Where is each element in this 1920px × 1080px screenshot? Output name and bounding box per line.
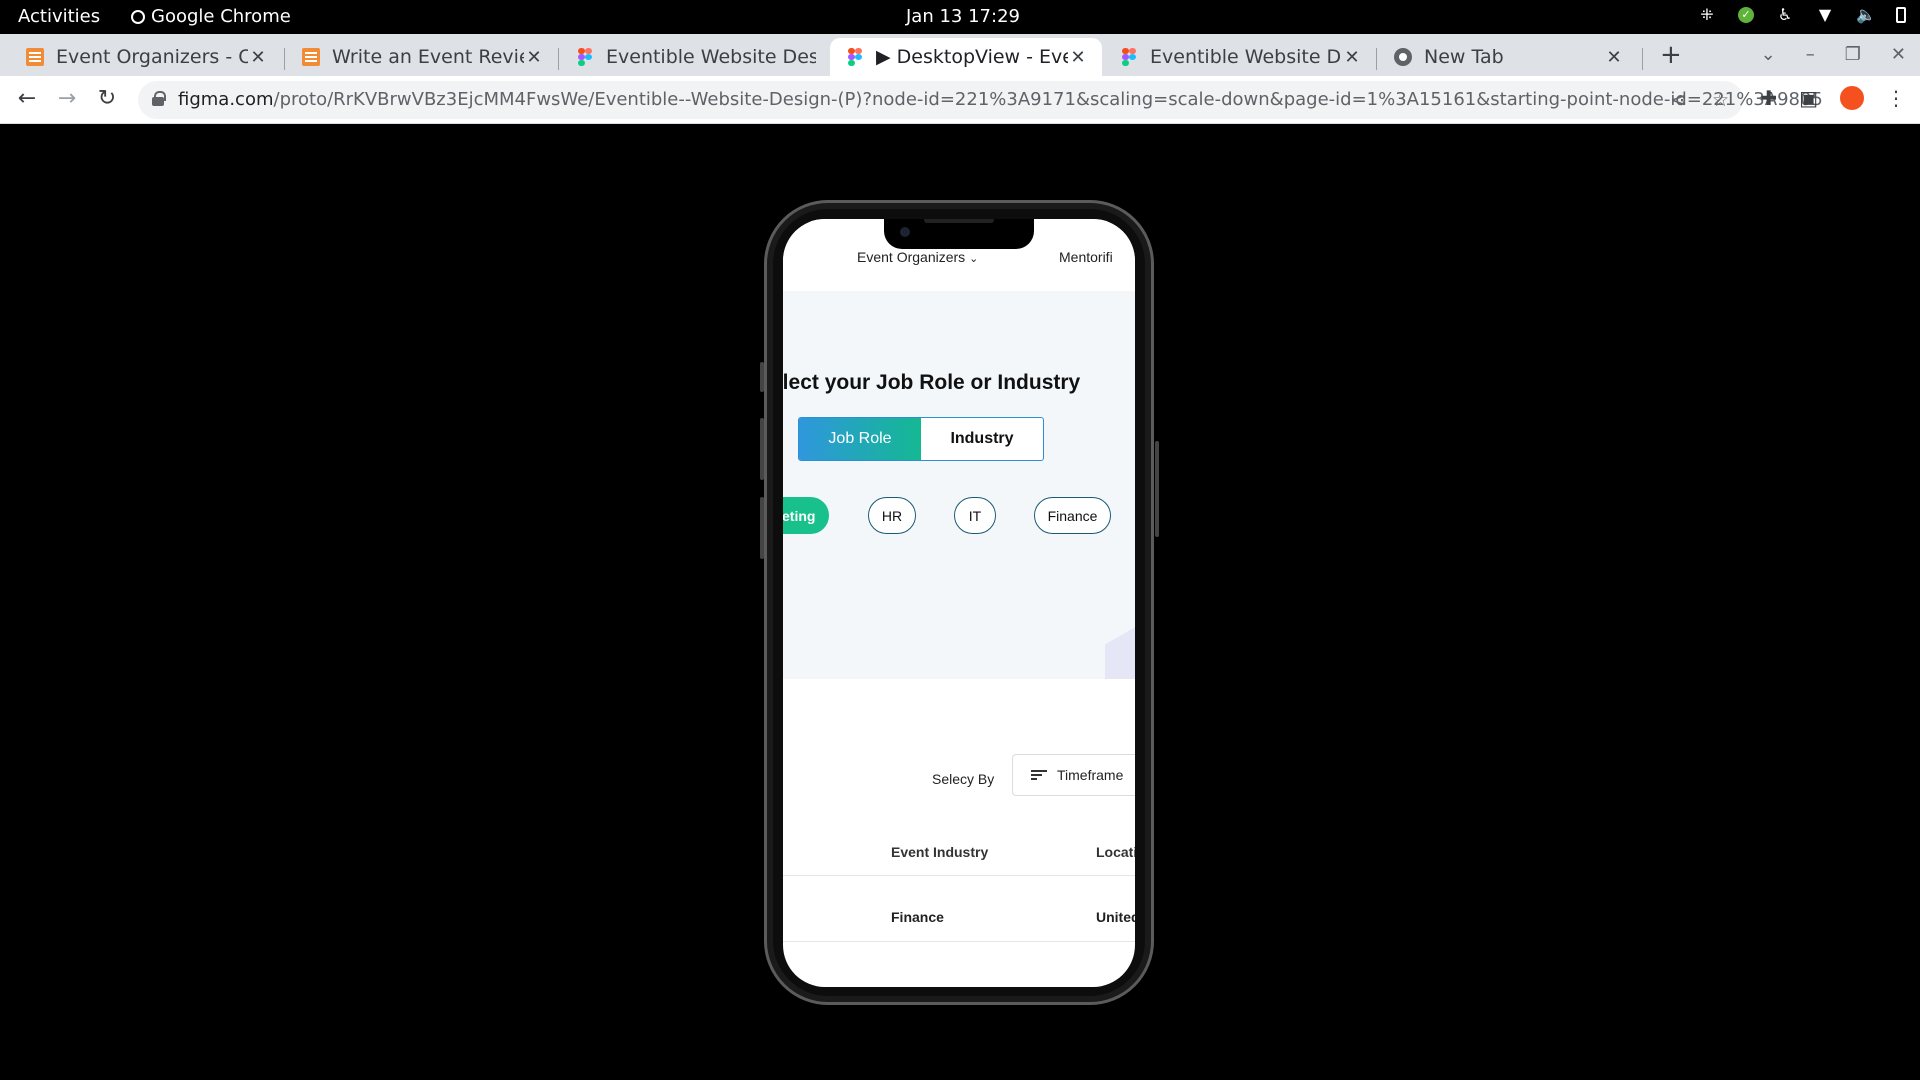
tab-title: Event Organizers - Clai	[56, 46, 248, 68]
system-top-bar: Activities Google Chrome Jan 13 17:29 ⁜ …	[0, 0, 1920, 34]
menu-label: Event Organizers	[857, 249, 966, 265]
event-organizers-menu[interactable]: Event Organizers ⌄	[857, 249, 978, 265]
close-tab-icon[interactable]: ✕	[248, 47, 268, 68]
maximize-icon[interactable]: ❐	[1845, 44, 1861, 65]
decorative-shape	[1105, 621, 1135, 679]
extensions-puzzle-icon[interactable]: ✚	[1760, 86, 1777, 110]
close-tab-icon[interactable]: ✕	[1342, 47, 1362, 68]
clock[interactable]: Jan 13 17:29	[906, 6, 1020, 27]
tab-event-organizers[interactable]: Event Organizers - Clai ✕	[10, 38, 282, 76]
tab-write-review[interactable]: Write an Event Review ✕	[286, 38, 558, 76]
table-divider	[783, 875, 1135, 876]
back-arrow-icon[interactable]: ←	[13, 86, 41, 111]
phone-screen[interactable]: Event Organizers ⌄ Mentorifi elect your …	[783, 219, 1135, 987]
phone-power-button	[1155, 441, 1159, 537]
tab-divider	[284, 48, 285, 70]
app-name-label: Google Chrome	[151, 6, 291, 27]
column-header-event-industry: Event Industry	[891, 844, 989, 860]
system-tray[interactable]: ⁜ ✓ ♿ ▼ 🔈	[1698, 6, 1906, 24]
figma-icon	[846, 48, 864, 66]
toggle-job-role[interactable]: Job Role	[799, 418, 921, 460]
more-menu-icon[interactable]: ⋮	[1886, 86, 1906, 110]
tab-new-tab[interactable]: New Tab ✕	[1378, 38, 1638, 76]
app-menu[interactable]: Google Chrome	[131, 6, 291, 27]
tab-divider	[1642, 48, 1643, 70]
share-icon[interactable]: ⋖	[1670, 89, 1686, 111]
tab-title: Eventible Website Des	[1150, 46, 1342, 68]
table-divider	[783, 941, 1135, 942]
volume-icon[interactable]: 🔈	[1856, 6, 1876, 24]
profile-avatar[interactable]	[1840, 86, 1864, 110]
filter-lines-icon	[1031, 770, 1047, 780]
activities-button[interactable]: Activities	[18, 6, 100, 27]
browser-toolbar: ← → ↻ figma.com/proto/RrKVBrwVBz3EjcMM4F…	[0, 76, 1920, 124]
network-settings-icon[interactable]: ⁜	[1698, 6, 1716, 24]
table-cell-location: United	[1096, 909, 1135, 925]
lock-icon[interactable]	[152, 91, 166, 106]
filter-label: Selecy By	[932, 771, 995, 787]
job-role-section: elect your Job Role or Industry Job Role…	[783, 291, 1135, 679]
section-heading: elect your Job Role or Industry	[783, 371, 1081, 394]
timeframe-filter-button[interactable]: Timeframe	[1012, 754, 1135, 796]
orange-doc-icon	[26, 48, 44, 66]
address-bar[interactable]: figma.com/proto/RrKVBrwVBz3EjcMM4FwsWe/E…	[138, 81, 1823, 119]
tab-title: Eventible Website Des	[606, 46, 816, 68]
tab-title: Write an Event Review	[332, 46, 524, 68]
side-panel-icon[interactable]: ▣	[1799, 86, 1818, 110]
tab-divider	[1376, 48, 1377, 70]
bookmark-star-icon[interactable]: ☆	[1712, 89, 1729, 111]
chip-it[interactable]: IT	[954, 497, 996, 534]
orange-doc-icon	[302, 48, 320, 66]
forward-arrow-icon[interactable]: →	[53, 86, 81, 111]
chip-finance[interactable]: Finance	[1034, 497, 1111, 534]
battery-icon[interactable]	[1896, 7, 1906, 23]
tab-strip: Event Organizers - Clai ✕ Write an Event…	[0, 34, 1920, 76]
table-cell-industry: Finance	[891, 909, 944, 925]
tab-eventible-1[interactable]: Eventible Website Des	[560, 38, 830, 76]
toggle-industry[interactable]: Industry	[921, 418, 1043, 460]
role-industry-toggle: Job Role Industry	[798, 417, 1044, 461]
window-controls: ⌄ – ❐ ✕	[1761, 44, 1906, 65]
reload-icon[interactable]: ↻	[93, 86, 121, 111]
url-text[interactable]: figma.com/proto/RrKVBrwVBz3EjcMM4FwsWe/E…	[178, 89, 1823, 110]
prototype-viewport: Event Organizers ⌄ Mentorifi elect your …	[0, 125, 1920, 1080]
minimize-icon[interactable]: –	[1806, 44, 1815, 65]
tab-eventible-2[interactable]: Eventible Website Des ✕	[1104, 38, 1376, 76]
url-domain: figma.com	[178, 89, 274, 110]
chip-marketing[interactable]: eting	[783, 497, 829, 534]
speaker-grille	[924, 219, 994, 223]
update-shield-icon[interactable]: ✓	[1738, 7, 1754, 23]
filter-button-label: Timeframe	[1057, 767, 1124, 783]
tab-title: New Tab	[1424, 46, 1504, 68]
new-tab-plus-icon[interactable]: +	[1660, 40, 1682, 70]
chrome-app-icon	[131, 9, 145, 24]
tab-desktopview[interactable]: ▶ DesktopView - Event ✕	[830, 38, 1102, 76]
url-path: /proto/RrKVBrwVBz3EjcMM4FwsWe/Eventible-…	[273, 89, 1823, 110]
column-header-location: Locatio	[1096, 844, 1135, 860]
chip-hr[interactable]: HR	[868, 497, 916, 534]
phone-notch	[884, 219, 1034, 249]
tab-search-chevron-icon[interactable]: ⌄	[1761, 44, 1776, 65]
wifi-icon[interactable]: ▼	[1816, 6, 1834, 24]
close-tab-icon[interactable]: ✕	[1604, 47, 1624, 68]
close-tab-icon[interactable]: ✕	[524, 47, 544, 68]
chrome-icon	[1394, 48, 1412, 66]
close-window-icon[interactable]: ✕	[1891, 44, 1906, 65]
figma-icon	[1120, 48, 1138, 66]
tab-title: ▶ DesktopView - Event	[876, 46, 1068, 68]
camera-icon	[900, 227, 910, 237]
close-tab-icon[interactable]: ✕	[1068, 47, 1088, 68]
phone-frame: Event Organizers ⌄ Mentorifi elect your …	[764, 200, 1154, 1005]
figma-icon	[576, 48, 594, 66]
accessibility-icon[interactable]: ♿	[1776, 6, 1794, 24]
nav-link-mentorifi[interactable]: Mentorifi	[1059, 249, 1113, 265]
tab-divider	[558, 48, 559, 70]
chevron-down-icon: ⌄	[969, 253, 979, 265]
